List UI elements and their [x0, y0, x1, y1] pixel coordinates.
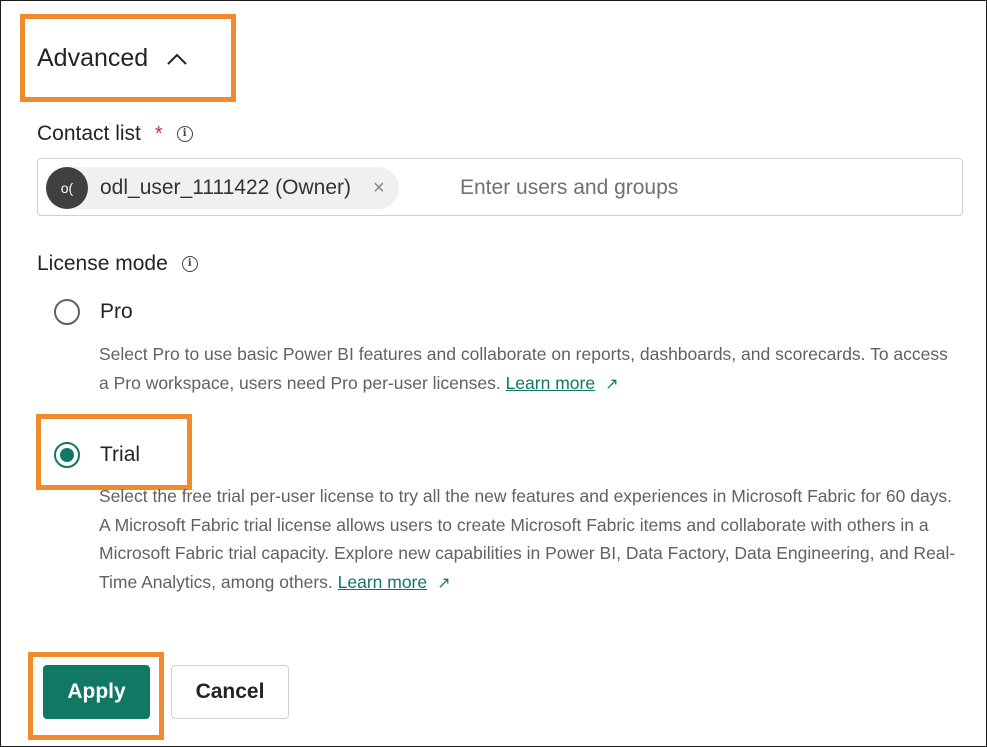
license-mode-label: License mode i [37, 252, 198, 276]
contact-list-picker[interactable]: o( odl_user_1111422 (Owner) × [37, 158, 963, 216]
cancel-button[interactable]: Cancel [171, 665, 289, 719]
trial-learn-more-link[interactable]: Learn more [338, 572, 428, 592]
trial-description-text: Select the free trial per-user license t… [99, 486, 956, 592]
contact-chip: o( odl_user_1111422 (Owner) × [46, 167, 399, 209]
highlight-advanced [20, 14, 236, 102]
info-icon[interactable]: i [176, 126, 193, 142]
remove-contact-icon[interactable]: × [373, 177, 385, 200]
contact-list-label: Contact list * i [37, 122, 193, 146]
avatar: o( [46, 167, 88, 209]
pro-learn-more-link[interactable]: Learn more [506, 373, 596, 393]
external-link-icon: ↗ [437, 574, 451, 592]
pro-label: Pro [100, 300, 133, 323]
contact-search-input[interactable] [458, 171, 942, 205]
license-mode-label-text: License mode [37, 252, 168, 275]
trial-description: Select the free trial per-user license t… [99, 482, 959, 598]
pro-radio[interactable] [54, 299, 80, 325]
pro-description: Select Pro to use basic Power BI feature… [99, 340, 959, 399]
license-option-pro[interactable]: Pro [54, 299, 133, 325]
highlight-trial [36, 414, 192, 490]
highlight-apply [28, 652, 164, 740]
contact-chip-name: odl_user_1111422 (Owner) [100, 176, 351, 199]
required-asterisk: * [154, 122, 163, 145]
external-link-icon: ↗ [605, 375, 619, 393]
contact-list-label-text: Contact list [37, 122, 141, 145]
info-icon[interactable]: i [181, 256, 198, 272]
